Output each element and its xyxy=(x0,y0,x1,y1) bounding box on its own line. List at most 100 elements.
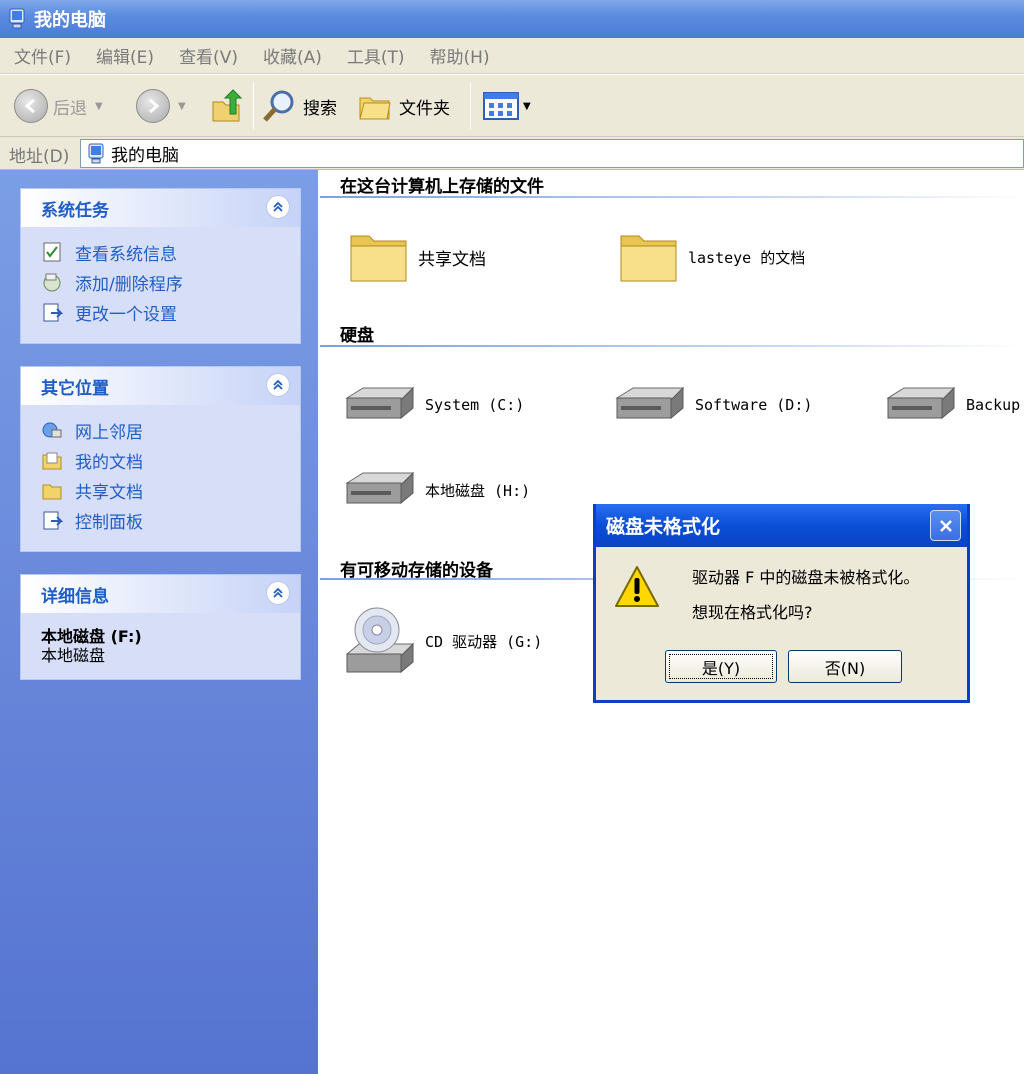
hard-drive-icon xyxy=(615,386,685,420)
item-label: CD 驱动器 (G:) xyxy=(425,632,543,651)
place-control-panel[interactable]: 控制面板 xyxy=(21,505,300,535)
drive-d[interactable]: Software (D:) xyxy=(613,384,812,426)
search-icon xyxy=(263,90,294,122)
folder-shared-documents[interactable]: 共享文档 xyxy=(348,228,486,286)
section-divider xyxy=(320,345,1024,347)
item-label: 本地磁盘 (H:) xyxy=(425,481,531,500)
back-label: 后退 xyxy=(53,98,87,119)
window-title: 我的电脑 xyxy=(34,10,106,31)
address-bar: 地址(D) 我的电脑 xyxy=(0,137,1024,170)
up-folder-icon xyxy=(212,89,242,122)
dialog-title: 磁盘未格式化 xyxy=(606,516,721,538)
toolbar: 后退 ▼ ▼ 搜索 文件夹 ▼ xyxy=(0,75,1024,137)
no-button[interactable]: 否(N) xyxy=(788,650,902,683)
dialog-message-line2: 想现在格式化吗? xyxy=(692,603,813,622)
menu-file[interactable]: 文件(F) xyxy=(14,43,71,68)
system-tasks-title: 系统任务 xyxy=(41,200,109,221)
other-places-panel: 其它位置 网上邻居 我的文档 共享文档 控制面板 xyxy=(20,366,301,552)
computer-icon xyxy=(88,143,104,163)
section-divider xyxy=(320,196,1024,198)
forward-arrow-icon xyxy=(136,89,170,123)
close-icon[interactable] xyxy=(930,510,961,541)
place-label: 网上邻居 xyxy=(75,422,143,443)
drive-backup[interactable]: Backup xyxy=(884,384,1020,426)
control-panel-icon xyxy=(43,511,63,530)
title-bar: 我的电脑 xyxy=(0,0,1024,38)
hard-drive-icon xyxy=(345,386,415,420)
views-dropdown-icon[interactable]: ▼ xyxy=(523,101,531,112)
search-button[interactable]: 搜索 xyxy=(262,75,337,137)
system-tasks-panel: 系统任务 查看系统信息 添加/删除程序 更改一个设置 xyxy=(20,188,301,344)
address-value: 我的电脑 xyxy=(111,146,179,166)
yes-button[interactable]: 是(Y) xyxy=(665,650,777,683)
address-input[interactable]: 我的电脑 xyxy=(80,139,1024,168)
drive-cd-g[interactable]: CD 驱动器 (G:) xyxy=(343,604,542,678)
item-label: Backup xyxy=(966,396,1021,414)
back-dropdown-icon[interactable]: ▼ xyxy=(95,101,103,112)
item-label: 共享文档 xyxy=(418,249,486,270)
files-section-title: 在这台计算机上存储的文件 xyxy=(340,177,544,197)
drives-section-title: 硬盘 xyxy=(340,326,374,346)
network-icon xyxy=(42,422,62,438)
folders-label: 文件夹 xyxy=(399,98,450,119)
menu-edit[interactable]: 编辑(E) xyxy=(96,43,154,68)
other-places-header[interactable]: 其它位置 xyxy=(21,367,300,405)
views-icon xyxy=(483,92,519,120)
collapse-icon[interactable] xyxy=(266,373,290,397)
collapse-icon[interactable] xyxy=(266,195,290,219)
drive-c[interactable]: System (C:) xyxy=(343,384,524,426)
collapse-icon[interactable] xyxy=(266,581,290,605)
menu-help[interactable]: 帮助(H) xyxy=(430,43,490,68)
forward-dropdown-icon[interactable]: ▼ xyxy=(178,101,186,112)
folders-button[interactable]: 文件夹 xyxy=(358,75,450,137)
menu-bar: 文件(F) 编辑(E) 查看(V) 收藏(A) 工具(T) 帮助(H) xyxy=(0,38,1024,74)
folder-lasteye-documents[interactable]: lasteye 的文档 xyxy=(618,228,805,286)
forward-button[interactable]: ▼ xyxy=(136,75,186,137)
place-my-documents[interactable]: 我的文档 xyxy=(21,445,300,475)
task-add-remove-programs[interactable]: 添加/删除程序 xyxy=(21,267,300,297)
address-label: 地址(D) xyxy=(9,147,70,167)
my-documents-icon xyxy=(42,452,62,470)
settings-icon xyxy=(43,303,63,322)
back-button[interactable]: 后退 ▼ xyxy=(14,75,103,137)
dialog-message-line1: 驱动器 F 中的磁盘未被格式化。 xyxy=(692,568,920,587)
details-panel: 详细信息 本地磁盘 (F:) 本地磁盘 xyxy=(20,574,301,680)
folder-icon xyxy=(42,484,62,500)
system-info-icon xyxy=(43,242,61,262)
up-folder-button[interactable] xyxy=(210,75,242,137)
cd-drive-icon xyxy=(345,607,415,674)
hard-drive-icon xyxy=(886,386,956,420)
views-button[interactable]: ▼ xyxy=(483,75,531,137)
folder-icon xyxy=(350,235,407,282)
place-label: 控制面板 xyxy=(75,512,143,533)
item-label: Software (D:) xyxy=(695,396,813,414)
details-header[interactable]: 详细信息 xyxy=(21,575,300,613)
other-places-title: 其它位置 xyxy=(41,378,109,399)
task-pane: 系统任务 查看系统信息 添加/删除程序 更改一个设置 其它位置 网上邻居 我的文… xyxy=(0,170,318,1074)
task-label: 更改一个设置 xyxy=(75,304,177,325)
system-tasks-header[interactable]: 系统任务 xyxy=(21,189,300,227)
add-remove-icon xyxy=(43,273,61,292)
back-arrow-icon xyxy=(14,89,48,123)
format-dialog: 磁盘未格式化 驱动器 F 中的磁盘未被格式化。 想现在格式化吗? 是(Y) 否(… xyxy=(593,504,970,703)
details-type: 本地磁盘 xyxy=(41,646,106,665)
place-shared-documents[interactable]: 共享文档 xyxy=(21,475,300,505)
folders-icon xyxy=(359,97,391,120)
place-label: 我的文档 xyxy=(75,452,143,473)
menu-tools[interactable]: 工具(T) xyxy=(347,43,405,68)
item-label: lasteye 的文档 xyxy=(688,248,806,267)
place-label: 共享文档 xyxy=(75,482,143,503)
dialog-title-bar[interactable]: 磁盘未格式化 xyxy=(596,504,967,547)
details-name: 本地磁盘 (F:) xyxy=(41,627,142,646)
menu-favorites[interactable]: 收藏(A) xyxy=(263,43,322,68)
task-label: 查看系统信息 xyxy=(75,244,177,265)
place-network[interactable]: 网上邻居 xyxy=(21,415,300,445)
task-change-setting[interactable]: 更改一个设置 xyxy=(21,297,300,327)
task-label: 添加/删除程序 xyxy=(75,274,183,295)
hard-drive-icon xyxy=(345,471,415,505)
task-view-system-info[interactable]: 查看系统信息 xyxy=(21,237,300,267)
drive-h[interactable]: 本地磁盘 (H:) xyxy=(343,469,530,511)
menu-view[interactable]: 查看(V) xyxy=(179,43,238,68)
details-title: 详细信息 xyxy=(41,586,109,607)
search-label: 搜索 xyxy=(303,98,337,119)
